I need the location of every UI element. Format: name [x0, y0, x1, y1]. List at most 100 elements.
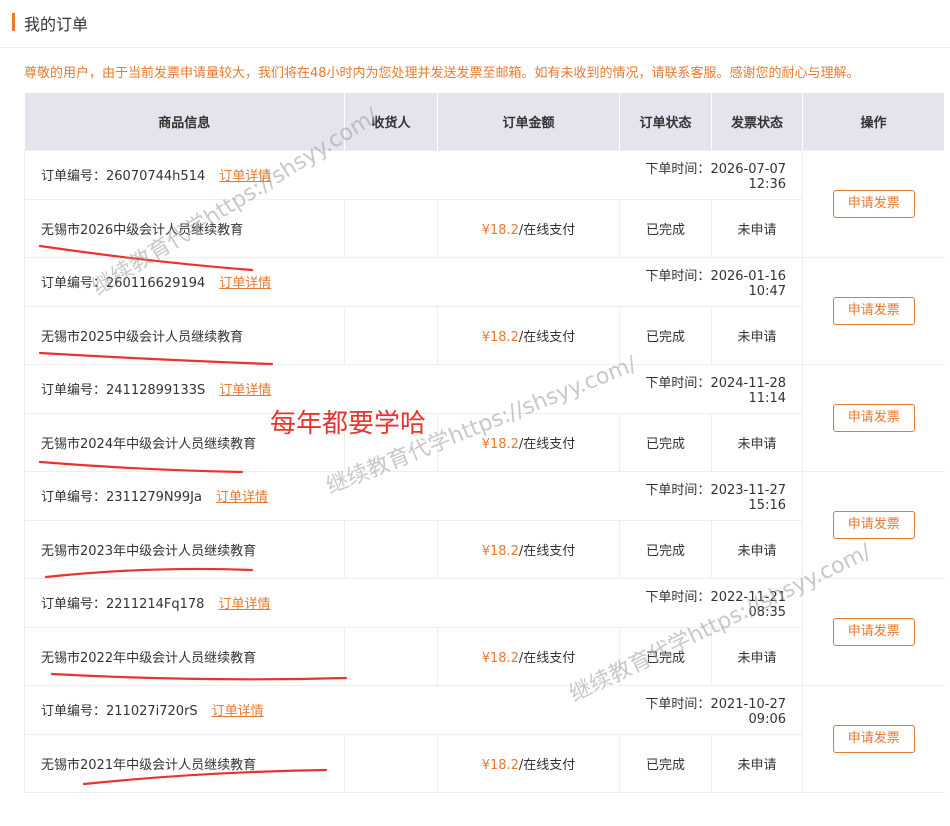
- order-detail-link[interactable]: 订单详情: [212, 704, 264, 719]
- order-number-cell: 订单编号：24112899133S 订单详情: [24, 363, 620, 414]
- order-time-label: 下单时间：: [645, 696, 711, 712]
- order-time: 2021-10-27 09:06: [710, 696, 786, 727]
- order-status: 已完成: [619, 519, 712, 579]
- order-number-label: 订单编号：: [41, 597, 107, 612]
- order-time-cell: 下单时间：2026-01-16 10:47: [619, 256, 803, 307]
- amount-cell: ¥18.2/在线支付: [437, 626, 620, 686]
- order-action-cell: 申请发票: [802, 684, 945, 793]
- amount-cell: ¥18.2/在线支付: [437, 305, 620, 365]
- orders-table: 商品信息 收货人 订单金额 订单状态 发票状态 操作 订单编号：26070744…: [24, 93, 945, 793]
- order-detail-link[interactable]: 订单详情: [216, 490, 268, 505]
- column-header-product: 商品信息: [24, 93, 345, 150]
- product-name: 无锡市2023年中级会计人员继续教育: [24, 519, 345, 579]
- order-status: 已完成: [619, 305, 712, 365]
- order-time-label: 下单时间：: [645, 482, 711, 498]
- order-time: 2024-11-28 11:14: [710, 375, 786, 406]
- payment-method: /在线支付: [518, 329, 576, 345]
- amount-cell: ¥18.2/在线支付: [437, 412, 620, 472]
- order-number: 2311279N99Ja: [106, 490, 202, 505]
- order-time: 2022-11-21 08:35: [710, 589, 786, 620]
- order-number-cell: 订单编号：211027i720rS 订单详情: [24, 684, 620, 735]
- order-meta-row: 订单编号：260116629194 订单详情 下单时间：2026-01-16 10:…: [24, 256, 945, 365]
- product-name: 无锡市2025中级会计人员继续教育: [24, 305, 345, 365]
- amount-cell: ¥18.2/在线支付: [437, 198, 620, 258]
- order-time-label: 下单时间：: [645, 268, 711, 284]
- page-title: 我的订单: [24, 15, 89, 34]
- order-number: 2211214Fq178: [106, 597, 205, 612]
- order-action-cell: 申请发票: [802, 256, 945, 365]
- order-detail-link[interactable]: 订单详情: [219, 276, 271, 291]
- amount-cell: ¥18.2/在线支付: [437, 733, 620, 793]
- apply-invoice-button[interactable]: 申请发票: [832, 617, 915, 646]
- order-number-cell: 订单编号：26070744h514 订单详情: [24, 149, 620, 200]
- order-status: 已完成: [619, 412, 712, 472]
- apply-invoice-button[interactable]: 申请发票: [832, 296, 915, 325]
- order-time-cell: 下单时间：2022-11-21 08:35: [619, 577, 803, 628]
- order-number: 24112899133S: [106, 383, 206, 398]
- order-number-cell: 订单编号：2311279N99Ja 订单详情: [24, 470, 620, 521]
- page-header: 我的订单: [0, 0, 950, 48]
- order-meta-row: 订单编号：211027i720rS 订单详情 下单时间：2021-10-27 09:…: [24, 684, 945, 793]
- product-name: 无锡市2022年中级会计人员继续教育: [24, 626, 345, 686]
- receiver-cell: [344, 626, 438, 686]
- apply-invoice-button[interactable]: 申请发票: [832, 724, 915, 753]
- order-price: ¥18.2: [481, 329, 519, 345]
- payment-method: /在线支付: [518, 543, 576, 559]
- order-meta-row: 订单编号：26070744h514 订单详情 下单时间：2026-07-07 12:…: [24, 149, 945, 258]
- order-time-cell: 下单时间：2024-11-28 11:14: [619, 363, 803, 414]
- product-name: 无锡市2026中级会计人员继续教育: [24, 198, 345, 258]
- order-time: 2023-11-27 15:16: [710, 482, 786, 513]
- order-meta-row: 订单编号：2211214Fq178 订单详情 下单时间：2022-11-21 08:…: [24, 577, 945, 686]
- order-meta-row: 订单编号：24112899133S 订单详情 下单时间：2024-11-28 11:…: [24, 363, 945, 472]
- column-header-order-status: 订单状态: [619, 93, 712, 150]
- order-action-cell: 申请发票: [802, 577, 945, 686]
- invoice-status: 未申请: [711, 733, 803, 793]
- order-time: 2026-01-16 10:47: [710, 268, 786, 299]
- apply-invoice-button[interactable]: 申请发票: [832, 403, 915, 432]
- invoice-notice: 尊敬的用户，由于当前发票申请量较大，我们将在48小时内为您处理并发送发票至邮箱。…: [24, 66, 860, 81]
- order-time-label: 下单时间：: [645, 161, 711, 177]
- order-meta-row: 订单编号：2311279N99Ja 订单详情 下单时间：2023-11-27 15:…: [24, 470, 945, 579]
- order-time-label: 下单时间：: [645, 589, 711, 605]
- order-detail-link[interactable]: 订单详情: [218, 597, 270, 612]
- order-number-label: 订单编号：: [41, 276, 107, 291]
- payment-method: /在线支付: [518, 436, 576, 452]
- orders-body: 订单编号：26070744h514 订单详情 下单时间：2026-07-07 12:…: [24, 149, 945, 793]
- apply-invoice-button[interactable]: 申请发票: [832, 189, 915, 218]
- order-number-label: 订单编号：: [41, 169, 107, 184]
- order-time-cell: 下单时间：2021-10-27 09:06: [619, 684, 803, 735]
- column-header-invoice-status: 发票状态: [711, 93, 803, 150]
- order-number: 26070744h514: [106, 169, 206, 184]
- order-time: 2026-07-07 12:36: [710, 161, 786, 192]
- order-action-cell: 申请发票: [802, 363, 945, 472]
- order-time-cell: 下单时间：2023-11-27 15:16: [619, 470, 803, 521]
- order-price: ¥18.2: [481, 436, 519, 452]
- column-header-receiver: 收货人: [344, 93, 438, 150]
- order-action-cell: 申请发票: [802, 149, 945, 258]
- order-number: 211027i720rS: [106, 704, 198, 719]
- receiver-cell: [344, 412, 438, 472]
- order-status: 已完成: [619, 733, 712, 793]
- order-detail-link[interactable]: 订单详情: [219, 169, 271, 184]
- payment-method: /在线支付: [518, 222, 576, 238]
- order-number-label: 订单编号：: [41, 704, 107, 719]
- product-name: 无锡市2024年中级会计人员继续教育: [24, 412, 345, 472]
- product-name: 无锡市2021年中级会计人员继续教育: [24, 733, 345, 793]
- order-price: ¥18.2: [481, 650, 519, 666]
- order-time-label: 下单时间：: [645, 375, 711, 391]
- order-status: 已完成: [619, 198, 712, 258]
- apply-invoice-button[interactable]: 申请发票: [832, 510, 915, 539]
- order-number-cell: 订单编号：260116629194 订单详情: [24, 256, 620, 307]
- order-detail-link[interactable]: 订单详情: [219, 383, 271, 398]
- column-header-action: 操作: [802, 93, 945, 150]
- receiver-cell: [344, 198, 438, 258]
- invoice-status: 未申请: [711, 626, 803, 686]
- receiver-cell: [344, 733, 438, 793]
- invoice-status: 未申请: [711, 305, 803, 365]
- order-number-cell: 订单编号：2211214Fq178 订单详情: [24, 577, 620, 628]
- table-header-row: 商品信息 收货人 订单金额 订单状态 发票状态 操作: [24, 93, 945, 150]
- invoice-status: 未申请: [711, 412, 803, 472]
- order-price: ¥18.2: [481, 543, 519, 559]
- receiver-cell: [344, 519, 438, 579]
- order-number-label: 订单编号：: [41, 490, 107, 505]
